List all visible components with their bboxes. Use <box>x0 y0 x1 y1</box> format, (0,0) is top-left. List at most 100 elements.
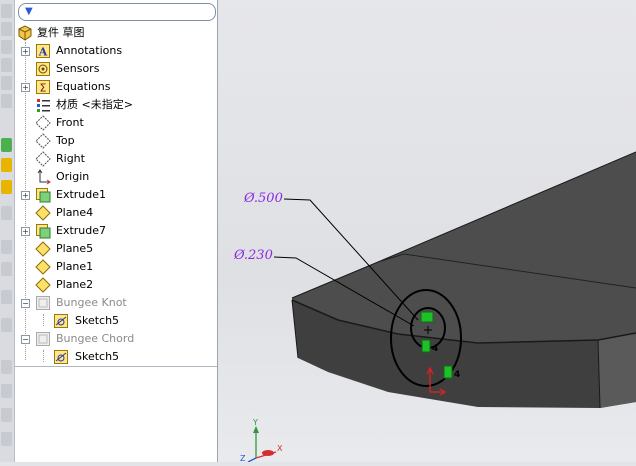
dimension-diameter-inner[interactable]: Ø.230 <box>233 248 273 263</box>
tree-filter-input[interactable]: ▼ <box>18 3 216 21</box>
tree-root[interactable]: 复件 草图 <box>15 24 215 42</box>
tree-item-plane5[interactable]: Plane5 <box>15 240 215 258</box>
collapse-icon[interactable]: − <box>21 299 30 308</box>
extrude-icon <box>36 224 51 239</box>
extrude-icon <box>36 188 51 203</box>
tree-item-extrude7[interactable]: + Extrude7 <box>15 222 215 240</box>
tree-item-right[interactable]: Right <box>15 150 215 168</box>
panel-divider <box>15 366 217 367</box>
relation-marker[interactable] <box>420 311 434 323</box>
tree-item-label: Right <box>56 152 85 165</box>
plane-icon <box>35 277 51 293</box>
toolbar-button[interactable] <box>1 432 12 446</box>
toolbar-button[interactable] <box>1 180 12 194</box>
equations-icon: Σ <box>36 80 50 95</box>
toolbar-button[interactable] <box>1 318 12 332</box>
tree-item-label: Sensors <box>56 62 100 75</box>
toolbar-button[interactable] <box>1 4 12 18</box>
origin-icon <box>37 169 51 185</box>
left-toolbar-strip <box>0 0 15 462</box>
model-view[interactable]: 4 4 Ø.500 Ø.230 Y X Z <box>218 0 636 463</box>
toolbar-button[interactable] <box>1 290 12 304</box>
tree-item-top[interactable]: Top <box>15 132 215 150</box>
relation-marker-label: 4 <box>432 344 438 354</box>
tree-item-label: Front <box>56 116 84 129</box>
toolbar-button[interactable] <box>1 58 12 72</box>
dimension-diameter-outer[interactable]: Ø.500 <box>243 191 283 206</box>
expand-icon[interactable]: + <box>21 47 30 56</box>
tree-item-front[interactable]: Front <box>15 114 215 132</box>
toolbar-button[interactable] <box>1 262 12 276</box>
tree-item-sketch5[interactable]: Sketch5 <box>15 348 215 366</box>
tree-root-label: 复件 草图 <box>37 26 85 39</box>
toolbar-button[interactable] <box>1 158 12 172</box>
folder-icon <box>36 332 50 346</box>
triad-axis-x-label: X <box>277 444 283 453</box>
graphics-viewport[interactable]: 4 4 Ø.500 Ø.230 Y X Z <box>218 0 636 463</box>
tree-item-label: Extrude1 <box>56 188 107 201</box>
tree-item-label: Plane1 <box>56 260 94 273</box>
tree-item-sketch5[interactable]: Sketch5 <box>15 312 215 330</box>
reference-triad: Y X Z <box>240 418 283 463</box>
sketch-icon <box>54 350 68 364</box>
tree-item-material[interactable]: 材质 <未指定> <box>15 96 215 114</box>
tree-item-label: Origin <box>56 170 90 183</box>
feature-manager-tree: ▼ 复件 草图 + A Annotations Sensors + Σ Equa… <box>15 0 218 462</box>
tree-item-plane1[interactable]: Plane1 <box>15 258 215 276</box>
toolbar-button[interactable] <box>1 138 12 152</box>
material-icon <box>37 99 50 112</box>
tree-item-bungee-chord[interactable]: − Bungee Chord <box>15 330 215 348</box>
tree-item-label: Plane2 <box>56 278 94 291</box>
tree-item-label: Annotations <box>56 44 123 57</box>
relation-marker-label: 4 <box>454 370 460 380</box>
tree-item-label: Plane4 <box>56 206 94 219</box>
sketch-icon <box>54 314 68 328</box>
toolbar-button[interactable] <box>1 76 12 90</box>
toolbar-button[interactable] <box>1 360 12 374</box>
svg-text:Σ: Σ <box>40 82 47 95</box>
toolbar-button[interactable] <box>1 206 12 220</box>
tree-item-extrude1[interactable]: + Extrude1 <box>15 186 215 204</box>
plane-icon <box>35 241 51 257</box>
tree-item-origin[interactable]: Origin <box>15 168 215 186</box>
tree-item-annotations[interactable]: + A Annotations <box>15 42 215 60</box>
part-icon <box>18 25 32 41</box>
tree-item-label: Equations <box>56 80 111 93</box>
plane-icon <box>35 205 51 221</box>
expand-icon[interactable]: + <box>21 191 30 200</box>
tree-item-sensors[interactable]: Sensors <box>15 60 215 78</box>
tree-item-label: Bungee Knot <box>56 296 127 309</box>
toolbar-button[interactable] <box>1 384 12 398</box>
tree-item-plane2[interactable]: Plane2 <box>15 276 215 294</box>
tree-item-label: Plane5 <box>56 242 94 255</box>
tree-item-label: Bungee Chord <box>56 332 135 345</box>
triad-axis-z-label: Z <box>240 454 246 462</box>
toolbar-button[interactable] <box>1 40 12 54</box>
relation-marker[interactable] <box>443 365 453 379</box>
expand-icon[interactable]: + <box>21 227 30 236</box>
toolbar-button[interactable] <box>1 408 12 422</box>
filter-icon: ▼ <box>25 6 33 17</box>
tree-item-label: Top <box>56 134 75 147</box>
expand-icon[interactable]: + <box>21 83 30 92</box>
plane-icon <box>35 259 51 275</box>
tree-item-label: 材质 <未指定> <box>56 98 133 111</box>
tree-item-label: Extrude7 <box>56 224 107 237</box>
toolbar-button[interactable] <box>1 240 12 254</box>
tree-item-plane4[interactable]: Plane4 <box>15 204 215 222</box>
plane-icon <box>35 151 51 167</box>
collapse-icon[interactable]: − <box>21 335 30 344</box>
tree-item-label: Sketch5 <box>75 314 120 327</box>
toolbar-button[interactable] <box>1 22 12 36</box>
folder-icon <box>36 296 50 310</box>
relation-marker[interactable] <box>421 339 431 353</box>
annotations-icon: A <box>36 44 50 59</box>
plane-icon <box>35 115 51 131</box>
triad-axis-y-label: Y <box>252 418 258 427</box>
part-top-face[interactable] <box>292 152 636 343</box>
tree-item-label: Sketch5 <box>75 350 120 363</box>
sensors-icon <box>36 62 50 76</box>
tree-item-equations[interactable]: + Σ Equations <box>15 78 215 96</box>
tree-item-bungee-knot[interactable]: − Bungee Knot <box>15 294 215 312</box>
toolbar-button[interactable] <box>1 94 12 108</box>
